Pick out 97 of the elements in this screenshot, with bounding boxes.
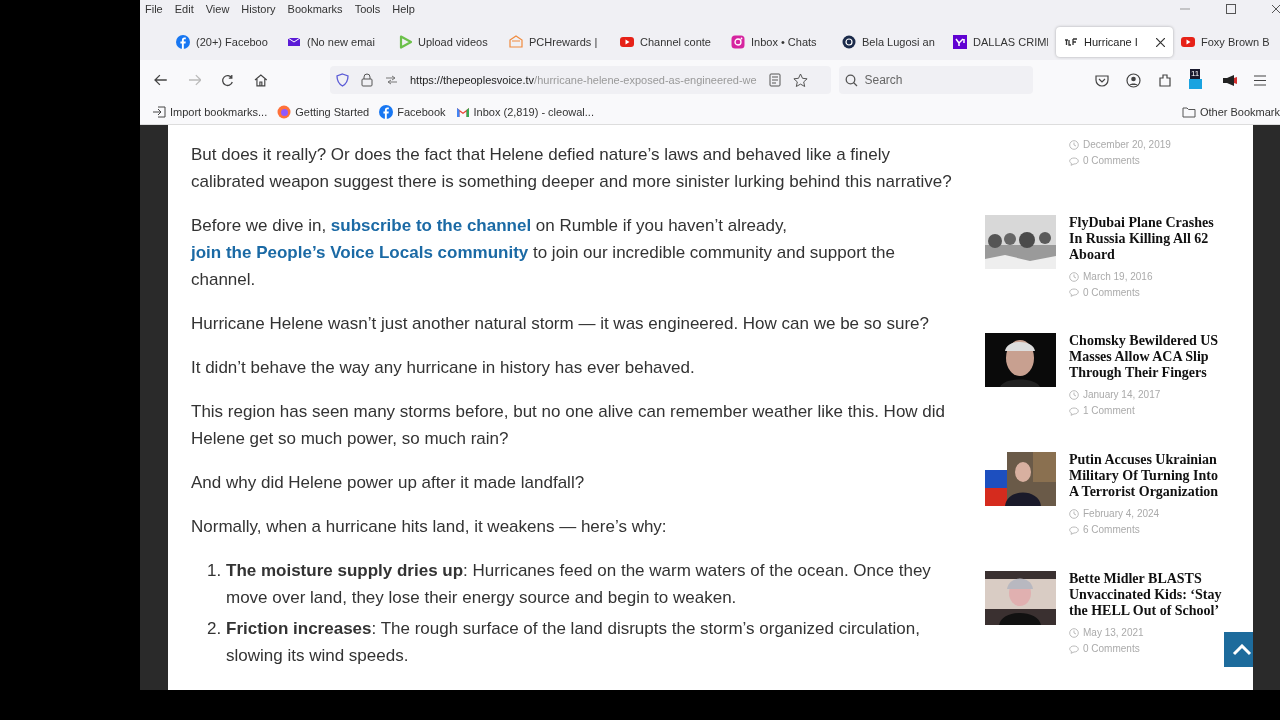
comment-count: 1 Comment xyxy=(1083,404,1135,419)
bookmark[interactable]: Import bookmarks... xyxy=(152,103,268,121)
paragraph: And why did Helene power up after it made landfall? xyxy=(191,472,586,494)
menu-item[interactable]: File xyxy=(145,0,163,18)
menu-item[interactable]: View xyxy=(205,0,230,18)
post-date: January 14, 2017 xyxy=(1083,388,1161,403)
megaphone-icon[interactable] xyxy=(1222,73,1237,87)
post-title-link[interactable]: Chomsky Bewildered US Masses Allow ACA Slip Through Their Fingers xyxy=(1069,333,1225,382)
post-title-link[interactable]: FlyDubai Plane Crashes In Russia Killing All 62 Aboard xyxy=(1069,214,1225,263)
account-icon[interactable] xyxy=(1126,72,1141,88)
bookmark[interactable]: Facebook xyxy=(379,103,446,121)
browser-tab[interactable]: Hurricane I xyxy=(1056,27,1173,57)
comment-count: 0 Comments xyxy=(1083,154,1140,168)
reader-view-icon[interactable] xyxy=(768,73,781,87)
search-icon xyxy=(844,73,858,87)
menu-icon[interactable] xyxy=(1254,74,1266,86)
post-date: March 19, 2016 xyxy=(1083,269,1153,284)
browser-tab[interactable]: (No new emai xyxy=(279,27,390,57)
paragraph: Normally, when a hurricane hits land, it weakens — here’s why: xyxy=(191,516,668,538)
paragraph: But does it really? Or does the fact that Helene defied nature’s laws and behaved like a finely calibrated weapon suggest there is something deeper and more sinister lurking behind this narrative? xyxy=(191,144,953,193)
close-tab-icon[interactable] xyxy=(1156,37,1165,47)
comment-icon xyxy=(1069,406,1079,416)
comment-icon xyxy=(1069,288,1079,298)
pocket-icon[interactable] xyxy=(1095,73,1109,87)
menu-item[interactable]: Edit xyxy=(174,0,194,18)
lock-icon xyxy=(360,73,373,87)
browser-tab[interactable]: Channel conte xyxy=(612,27,723,57)
clock-icon xyxy=(1069,509,1079,520)
list-number: 2. xyxy=(207,618,223,640)
paragraph: It didn’t behave the way any hurricane in history has ever behaved. xyxy=(191,357,696,379)
link[interactable]: subscribe to the channel xyxy=(330,216,532,235)
browser-tab[interactable]: PCHrewards | xyxy=(501,27,612,57)
list-item-text: Friction increases: The rough surface of the land disrupts the storm’s organized circulation, slowing its wind speeds. xyxy=(226,618,921,667)
menu-item[interactable]: Bookmarks xyxy=(287,0,343,18)
video-play-icon xyxy=(1181,35,1195,49)
comment-icon xyxy=(1069,525,1079,535)
paragraph: Hurricane Helene wasn’t just another natural storm — it was engineered. How can we be so sure? xyxy=(191,313,930,335)
chevron-up-icon xyxy=(1231,643,1252,656)
bookmark[interactable]: Getting Started xyxy=(277,103,370,121)
address-bar[interactable]: https://thepeoplesvoice.tv/hurricane-helene-exposed-as-engineered-we xyxy=(329,66,831,94)
post-title-link[interactable]: Putin Accuses Ukrainian Military Of Turning Into A Terrorist Organization xyxy=(1069,452,1225,501)
scroll-to-top-button[interactable] xyxy=(1224,632,1253,667)
menu-item[interactable]: Help xyxy=(392,0,415,18)
camera-icon xyxy=(731,35,745,49)
clock-icon xyxy=(1069,628,1079,639)
paragraph: Before we dive in, subscribe to the channel on Rumble if you haven’t already, join the People’s Voice Locals community to join our incredible community and support the channel. xyxy=(191,215,896,291)
envelope-icon xyxy=(287,35,301,49)
other-bookmarks[interactable]: Other Bookmark xyxy=(1181,103,1280,121)
list-item-text: The moisture supply dries up: Hurricanes feed on the warm waters of the ocean. Once they move over land, they lose their energy source and begin to weaken. xyxy=(226,560,932,609)
post-date: December 20, 2019 xyxy=(1083,138,1171,152)
facebook-icon xyxy=(176,35,190,49)
comment-count: 6 Comments xyxy=(1083,523,1140,538)
envelope-icon xyxy=(455,105,470,119)
permissions-icon xyxy=(384,75,398,85)
facebook-icon xyxy=(379,105,394,119)
circle-logo-icon xyxy=(842,35,856,49)
folder-icon xyxy=(1181,106,1196,118)
browser-tab[interactable]: (20+) Faceboo xyxy=(168,27,279,57)
extensions-icon[interactable] xyxy=(1158,73,1172,87)
post-date: February 4, 2024 xyxy=(1083,507,1160,522)
clock-icon xyxy=(1069,271,1079,282)
menu-item[interactable]: History xyxy=(241,0,276,18)
star-icon[interactable] xyxy=(792,73,808,87)
maximize-icon[interactable] xyxy=(1226,4,1236,14)
browser-tab[interactable]: Inbox • Chats xyxy=(723,27,834,57)
browser-tab[interactable]: Upload videos xyxy=(390,27,501,57)
comment-icon xyxy=(1069,156,1079,166)
envelope-icon xyxy=(509,35,523,49)
clock-icon xyxy=(1069,390,1079,401)
search-field[interactable]: Search xyxy=(838,66,1033,94)
video-play-icon xyxy=(620,35,634,49)
close-icon[interactable] xyxy=(1272,4,1280,14)
list-number: 1. xyxy=(207,560,223,582)
comment-count: 0 Comments xyxy=(1083,642,1140,657)
url-text: https://thepeoplesvoice.tv/hurricane-helene-exposed-as-engineered-we xyxy=(409,72,757,88)
letter-logo-icon xyxy=(953,35,967,49)
home-icon[interactable] xyxy=(254,73,268,87)
play-icon xyxy=(398,35,412,49)
browser-tab[interactable]: Bela Lugosi an xyxy=(834,27,945,57)
browser-tab[interactable]: DALLAS CRIMI xyxy=(945,27,1056,57)
bookmark[interactable]: Inbox (2,819) - cleowal... xyxy=(455,103,594,121)
comment-icon xyxy=(1069,644,1079,654)
post-date: May 13, 2021 xyxy=(1083,626,1144,641)
site-logo-icon xyxy=(1064,35,1078,49)
comment-count: 0 Comments xyxy=(1083,285,1140,300)
back-icon[interactable] xyxy=(154,74,168,86)
clock-icon xyxy=(1069,140,1079,150)
import-icon xyxy=(152,105,166,119)
post-title-link[interactable]: Bette Midler BLASTS Unvaccinated Kids: ‘Stay the HELL Out of School’ xyxy=(1069,571,1225,620)
shield-icon xyxy=(335,73,349,87)
extension-badge: 11 xyxy=(1190,69,1201,79)
paragraph: This region has seen many storms before, but no one alive can remember weather like this. How did Helene get so much power, so much rain? xyxy=(191,401,947,450)
fox-logo-icon xyxy=(277,105,292,119)
reload-icon[interactable] xyxy=(221,73,235,87)
browser-tab[interactable]: Foxy Brown B xyxy=(1173,27,1280,57)
menu-item[interactable]: Tools xyxy=(354,0,381,18)
link[interactable]: join the People’s Voice Locals community xyxy=(191,243,529,262)
